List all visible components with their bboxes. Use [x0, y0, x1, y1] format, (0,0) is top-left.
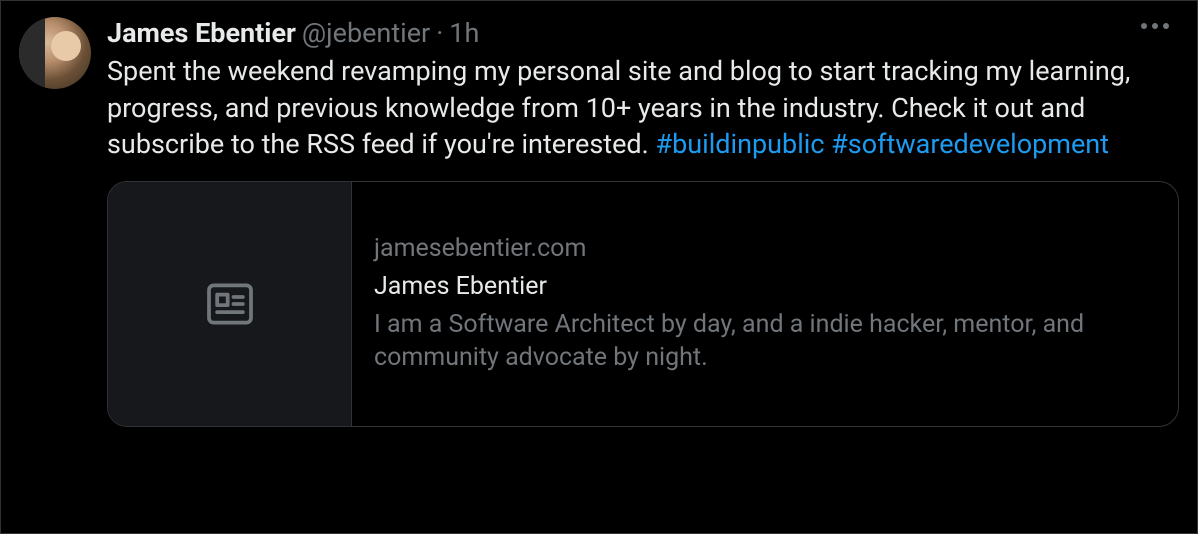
avatar[interactable]: [19, 17, 91, 89]
tweet-header: James Ebentier @jebentier · 1h: [107, 17, 1179, 49]
author-handle[interactable]: @jebentier: [302, 17, 430, 49]
hashtag-softwaredevelopment[interactable]: #softwaredevelopment: [831, 128, 1109, 160]
dot-icon: [1163, 23, 1169, 29]
tweet-timestamp[interactable]: 1h: [449, 17, 479, 49]
link-card-body: jamesebentier.com James Ebentier I am a …: [352, 182, 1178, 426]
tweet[interactable]: James Ebentier @jebentier · 1h Spent the…: [0, 0, 1198, 534]
dot-icon: [1141, 23, 1147, 29]
separator-dot: ·: [436, 17, 443, 49]
tweet-content: James Ebentier @jebentier · 1h Spent the…: [107, 17, 1179, 513]
link-card-description: I am a Software Architect by day, and a …: [374, 308, 1156, 376]
more-options-button[interactable]: [1141, 23, 1169, 29]
newspaper-icon: [202, 276, 258, 332]
tweet-text-body: Spent the weekend revamping my personal …: [107, 53, 1179, 162]
link-card-domain: jamesebentier.com: [374, 232, 1156, 266]
link-card-title: James Ebentier: [374, 270, 1156, 304]
dot-icon: [1152, 23, 1158, 29]
author-display-name[interactable]: James Ebentier: [107, 17, 296, 49]
link-card[interactable]: jamesebentier.com James Ebentier I am a …: [107, 181, 1179, 427]
link-card-thumbnail: [108, 182, 352, 426]
hashtag-buildinpublic[interactable]: #buildinpublic: [655, 128, 824, 160]
